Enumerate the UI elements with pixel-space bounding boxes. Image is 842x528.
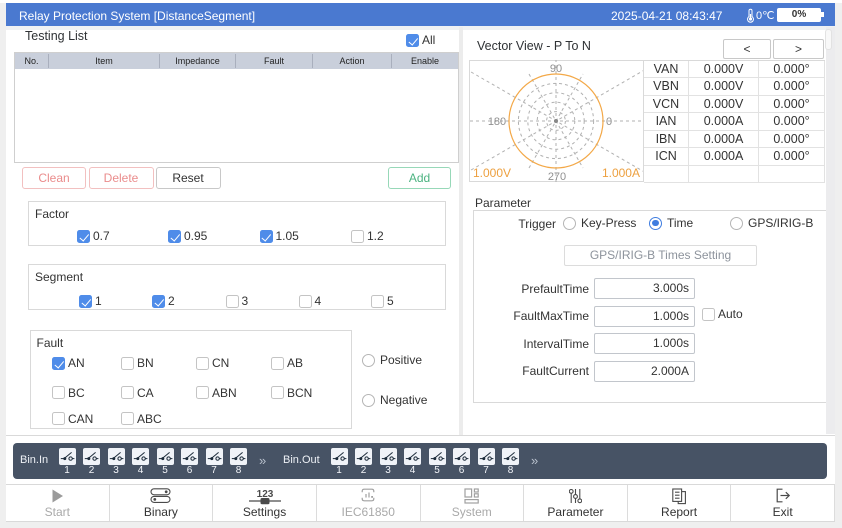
svg-text:270: 270	[547, 171, 565, 182]
svg-text:1.000V: 1.000V	[473, 166, 511, 180]
svg-text:180: 180	[487, 116, 505, 128]
svg-text:90: 90	[549, 63, 561, 75]
svg-text:0: 0	[605, 116, 611, 128]
svg-text:1.000A: 1.000A	[601, 166, 639, 180]
